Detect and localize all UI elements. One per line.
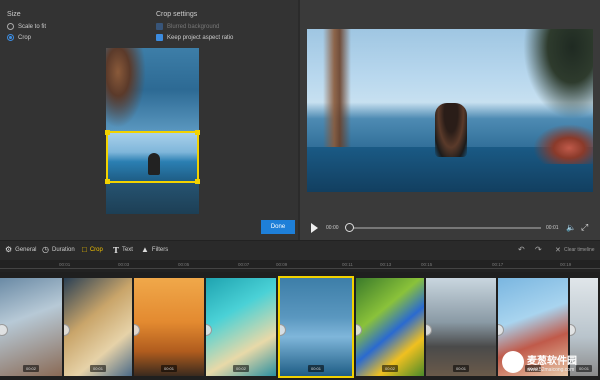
crop-option-label: Crop: [18, 34, 32, 41]
timeline-clip-selected[interactable]: 00:01: [278, 276, 354, 378]
crop-handle-top-right[interactable]: [195, 130, 200, 135]
fullscreen-icon[interactable]: ⤢: [581, 222, 588, 233]
transition-icon[interactable]: [498, 324, 504, 336]
crop-settings-panel: Size Scale to fit Crop Crop settings Blu…: [0, 0, 298, 240]
checkbox-checked-icon: [156, 34, 163, 41]
clip-duration-badge: 00:02: [381, 365, 399, 372]
woman-graphic: [435, 103, 467, 157]
play-icon[interactable]: [311, 223, 318, 233]
duration-time: 00:01: [546, 225, 559, 231]
size-label: Size: [7, 11, 21, 18]
transition-icon[interactable]: [134, 324, 140, 336]
transition-icon[interactable]: [206, 324, 212, 336]
undo-icon[interactable]: ↶: [518, 245, 525, 254]
text-icon: T: [113, 245, 119, 255]
tab-duration-label: Duration: [51, 246, 75, 253]
clip-duration-badge: 00:02: [232, 365, 250, 372]
clip-duration-badge: 00:01: [89, 365, 107, 372]
tab-text-label: Text: [121, 247, 133, 253]
blurred-background-label: Blurred background: [167, 23, 220, 30]
filter-icon: ▲: [141, 245, 149, 254]
crop-handle-bottom-right[interactable]: [195, 179, 200, 184]
transition-icon[interactable]: [570, 324, 576, 336]
timeline-clip[interactable]: 00:01: [134, 278, 206, 376]
tab-text[interactable]: T Text: [113, 245, 133, 255]
seek-knob[interactable]: [345, 223, 354, 232]
ruler-tick: 00:07: [238, 262, 250, 267]
blurred-background-checkbox[interactable]: Blurred background: [156, 23, 219, 30]
transition-icon[interactable]: [0, 324, 8, 336]
crop-handle-top-left[interactable]: [105, 130, 110, 135]
radio-icon: [7, 23, 14, 30]
timeline-clip[interactable]: 00:01: [64, 278, 134, 376]
radio-selected-icon: [7, 34, 14, 41]
timeline-clip[interactable]: 00:02: [0, 278, 64, 376]
tab-filters-label: Filters: [151, 246, 169, 253]
ruler-tick: 00:03: [118, 262, 130, 267]
tab-general-label: General: [15, 246, 37, 253]
crop-icon: □: [82, 245, 87, 254]
watermark-text: 麦葱软件园 www.52maicong.com: [527, 352, 577, 373]
done-button[interactable]: Done: [261, 220, 295, 234]
seek-track[interactable]: [348, 227, 541, 229]
tab-crop-label: Crop: [89, 246, 103, 253]
ruler-line: [0, 268, 600, 269]
transition-icon[interactable]: [356, 324, 362, 336]
keep-aspect-ratio-checkbox[interactable]: Keep project aspect ratio: [156, 34, 233, 41]
timeline-ruler: 00:01 00:03 00:05 00:07 00:09 00:11 00:1…: [0, 260, 600, 272]
crop-handle-bottom-left[interactable]: [105, 179, 110, 184]
crop-selection-box[interactable]: [105, 130, 200, 184]
transition-icon[interactable]: [64, 324, 70, 336]
ruler-tick: 00:11: [342, 262, 353, 267]
timeline-clip[interactable]: 00:02: [356, 278, 426, 376]
close-icon[interactable]: ✕: [555, 246, 561, 254]
clock-icon: ◷: [42, 245, 49, 254]
transition-icon[interactable]: [426, 324, 432, 336]
video-frame: [307, 29, 593, 192]
timeline-clip[interactable]: 00:02: [206, 278, 278, 376]
clip-duration-badge: 00:01: [307, 365, 325, 372]
gear-icon: ⚙: [5, 245, 13, 254]
watermark-title: 麦葱软件园: [527, 355, 577, 367]
crop-settings-label: Crop settings: [156, 11, 198, 18]
cloud-logo-icon: [502, 351, 524, 373]
editor-toolbar: ⚙ General ◷ Duration □ Crop T Text ▲ Fil…: [0, 240, 600, 260]
palm-graphic: [523, 29, 593, 119]
leaves-graphic: [106, 48, 146, 128]
ruler-tick: 00:17: [492, 262, 504, 267]
watermark: 麦葱软件园 www.52maicong.com: [502, 347, 598, 377]
tab-filters[interactable]: ▲ Filters: [141, 245, 168, 254]
video-editor-app: Size Scale to fit Crop Crop settings Blu…: [0, 0, 600, 380]
checkbox-icon: [156, 23, 163, 30]
watermark-url: www.52maicong.com: [527, 366, 575, 373]
clip-duration-badge: 00:01: [452, 365, 470, 372]
tab-crop[interactable]: □ Crop: [82, 245, 103, 254]
volume-icon[interactable]: 🔈: [566, 223, 576, 232]
tab-duration[interactable]: ◷ Duration: [42, 245, 75, 254]
clip-duration-badge: 00:02: [22, 365, 40, 372]
ruler-tick: 00:01: [59, 262, 71, 267]
clip-duration-badge: 00:01: [160, 365, 178, 372]
ruler-tick: 00:13: [380, 262, 392, 267]
person-graphic: [148, 153, 160, 175]
ruler-tick: 00:15: [421, 262, 433, 267]
crop-option[interactable]: Crop: [7, 34, 31, 41]
video-preview-panel: [300, 0, 600, 240]
ruler-tick: 00:09: [276, 262, 288, 267]
scale-to-fit-option[interactable]: Scale to fit: [7, 23, 46, 30]
player-controls: 00:00 00:01 🔈 ⤢: [300, 218, 600, 238]
redo-icon[interactable]: ↷: [535, 245, 542, 254]
branch-graphic: [323, 29, 351, 159]
timeline-clip[interactable]: 00:01: [426, 278, 498, 376]
current-time: 00:00: [326, 225, 339, 231]
ruler-tick: 00:19: [560, 262, 572, 267]
ruler-tick: 00:05: [178, 262, 190, 267]
tab-general[interactable]: ⚙ General: [5, 245, 37, 254]
scale-to-fit-label: Scale to fit: [18, 23, 47, 30]
clear-timeline-button[interactable]: Clear timeline: [564, 247, 595, 253]
flowers-graphic: [533, 124, 593, 164]
keep-aspect-ratio-label: Keep project aspect ratio: [167, 34, 234, 41]
transition-icon[interactable]: [280, 324, 286, 336]
